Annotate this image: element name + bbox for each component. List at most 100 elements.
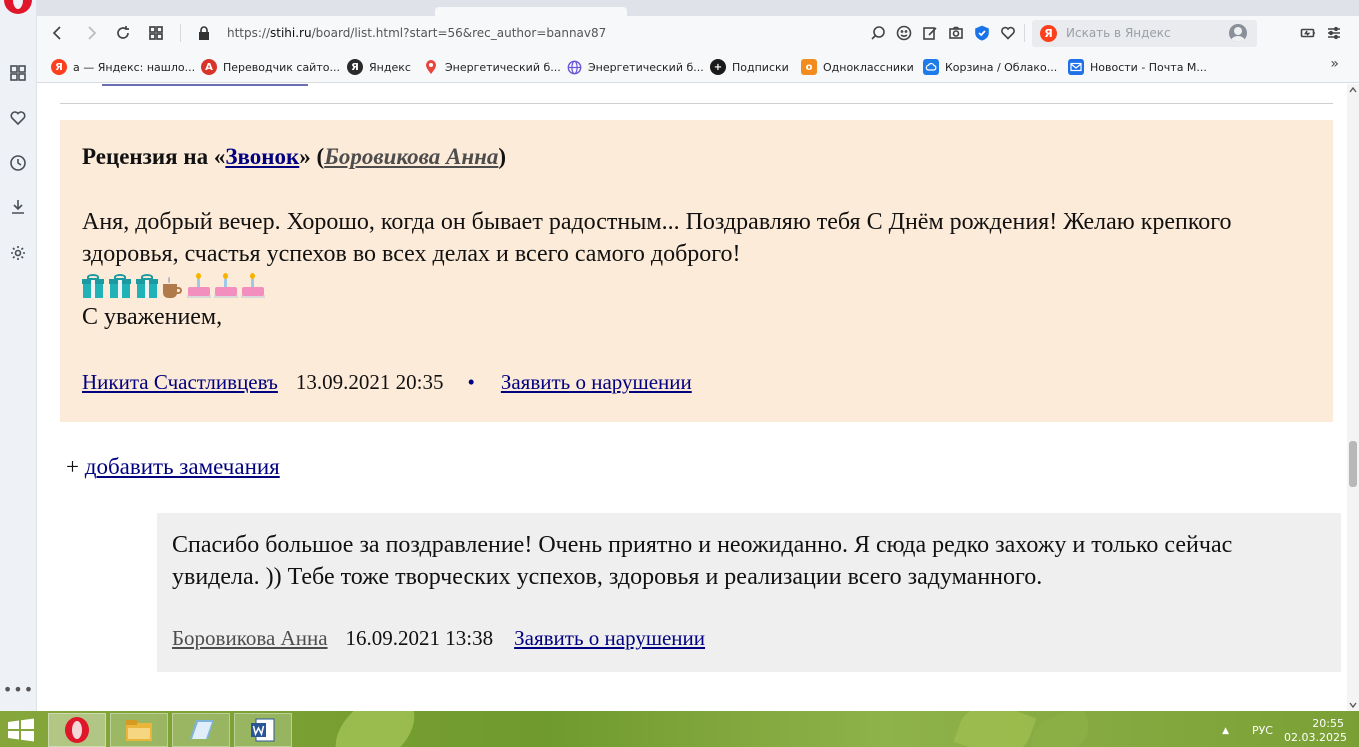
url-path: /board/list.html?start=56&rec_author=ban… [311,26,607,40]
bookmark-item[interactable]: Энергетический б... [423,58,561,76]
cake-icon [187,272,211,298]
work-author-link[interactable]: Боровикова Анна [324,144,498,169]
translator-icon: A [201,59,217,75]
add-note-first-letter[interactable]: д [85,454,97,479]
forward-button[interactable] [80,22,102,44]
search-placeholder: Искать в Яндекс [1066,26,1171,40]
taskbar-opera-button[interactable] [48,713,106,747]
download-icon[interactable] [7,196,29,218]
camera-snapshot-icon[interactable] [947,24,965,42]
review-date: 13.09.2021 20:35 [295,370,444,394]
bookmark-label: Яндекс [369,60,411,74]
url-domain: stihi.ru [270,26,312,40]
history-clock-icon[interactable] [7,152,29,174]
meta-separator: • [467,370,475,394]
battery-saver-icon[interactable] [1299,24,1317,42]
subscriptions-plus-icon: + [710,59,726,75]
review-meta: Никита Счастливцевъ 13.09.2021 20:35 • З… [82,370,692,395]
page-scrollbar[interactable] [1347,84,1359,711]
cake-icon [241,272,265,298]
reply-meta: Боровикова Анна 16.09.2021 13:38 Заявить… [172,626,705,651]
bookmark-item[interactable]: + Подписки [710,58,789,76]
bookmark-heart-icon[interactable] [999,24,1017,42]
speed-dial-icon[interactable] [7,62,29,84]
add-note: + добавить замечания [66,454,280,480]
bookmark-item[interactable]: Корзина / Облако... [923,58,1057,76]
add-note-plus: + [66,454,85,479]
review-text: Аня, добрый вечер. Хорошо, когда он быва… [82,209,1232,267]
tab-strip [37,0,1359,16]
review-title-prefix: Рецензия на « [82,144,226,169]
zoom-search-icon[interactable] [869,24,887,42]
reviewer-link[interactable]: Никита Счастливцевъ [82,370,278,395]
active-tab[interactable] [435,7,627,16]
add-note-link[interactable]: обавить замечания [96,454,279,479]
bookmark-item[interactable]: Я а — Яндекс: нашло... [51,58,195,76]
scroll-down-icon[interactable] [1349,701,1357,709]
scrollbar-thumb[interactable] [1349,441,1357,487]
tray-expand-icon[interactable]: ▲ [1222,726,1229,736]
yandex-search-input[interactable]: Я Искать в Яндекс [1032,20,1257,47]
taskbar-explorer-button[interactable] [110,713,168,747]
easy-setup-icon[interactable] [1325,24,1343,42]
vpn-shield-icon[interactable] [973,24,991,42]
bookmarks-more-icon[interactable]: » [1330,56,1339,72]
taskbar-notebook-button[interactable] [172,713,230,747]
odnoklassniki-icon: о [801,59,817,75]
clock[interactable]: 20:55 02.03.2025 [1284,717,1347,745]
gift-icon [109,272,131,298]
mail-icon [1068,59,1084,75]
page-content: Рецензия на «Звонок» (Боровикова Анна) А… [37,84,1347,711]
url-scheme: https:// [227,26,271,40]
bookmark-label: Новости - Почта М... [1090,60,1207,74]
opera-sidebar: ••• [0,0,37,711]
language-indicator[interactable]: РУС [1252,724,1273,737]
opera-icon [65,717,89,743]
tabs-grid-icon[interactable] [145,22,167,44]
edit-icon[interactable] [921,24,939,42]
bookmark-item[interactable]: Энергетический б... [566,58,704,76]
yandex-search-bookmark-icon: Я [51,59,67,75]
review-title: Рецензия на «Звонок» (Боровикова Анна) [82,144,506,170]
cake-icon [214,272,238,298]
bookmark-label: Одноклассники [823,60,914,74]
heart-icon[interactable] [7,107,29,129]
bookmark-item[interactable]: A Переводчик сайто... [201,58,340,76]
bookmark-label: Корзина / Облако... [945,60,1058,74]
settings-gear-icon[interactable] [7,242,29,264]
gift-icon [136,272,158,298]
map-pin-icon [423,59,439,75]
reply-author-link[interactable]: Боровикова Анна [172,626,328,651]
bookmark-label: Переводчик сайто... [223,60,340,74]
emoji-smile-icon[interactable] [895,24,913,42]
opera-logo-icon[interactable] [0,0,37,22]
lock-icon[interactable] [197,25,211,41]
clock-time: 20:55 [1312,717,1344,730]
cloud-icon [923,59,939,75]
divider [60,103,1333,104]
back-button[interactable] [47,22,69,44]
bookmark-item[interactable]: Новости - Почта М... [1068,58,1207,76]
profile-avatar-icon[interactable] [1229,24,1247,42]
sidebar-more-icon[interactable]: ••• [0,680,37,699]
windows-start-icon[interactable] [6,718,36,742]
reply-report-violation-link[interactable]: Заявить о нарушении [514,626,705,651]
yandex-icon: Я [347,59,363,75]
work-title-link[interactable]: Звонок [225,144,299,169]
bookmark-item[interactable]: Я Яндекс [347,58,411,76]
previous-link-underline [102,84,308,86]
globe-icon [566,59,582,75]
taskbar-word-button[interactable] [234,713,292,747]
folder-icon [126,720,152,741]
report-violation-link[interactable]: Заявить о нарушении [501,370,692,395]
review-title-middle: » ( [299,144,325,169]
reply-text: Спасибо большое за поздравление! Очень п… [172,532,1233,590]
review-title-suffix: ) [498,144,507,169]
address-bar: https://stihi.ru/board/list.html?start=5… [37,16,1359,51]
bookmark-item[interactable]: о Одноклассники [801,58,914,76]
bookmark-label: Энергетический б... [445,60,561,74]
reply-card: Спасибо большое за поздравление! Очень п… [157,513,1341,672]
reload-button[interactable] [112,22,134,44]
scroll-up-icon[interactable] [1349,86,1357,94]
url-field[interactable]: https://stihi.ru/board/list.html?start=5… [227,26,606,40]
